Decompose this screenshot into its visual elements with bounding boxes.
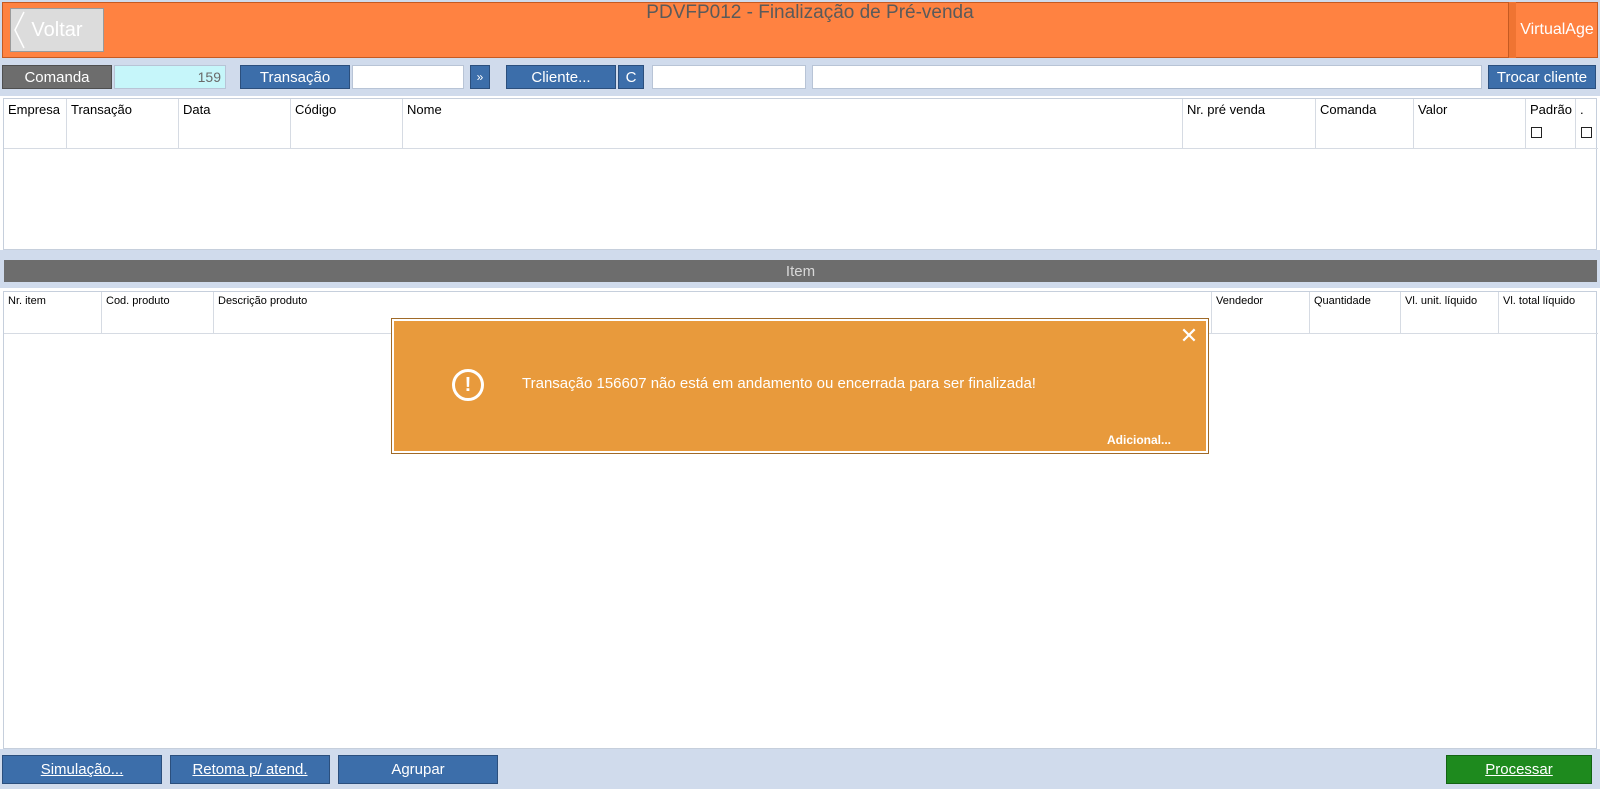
cliente-name-input[interactable] — [812, 65, 1482, 89]
col-codigo[interactable]: Código — [291, 99, 403, 149]
processar-button[interactable]: Processar — [1446, 755, 1592, 784]
retoma-label: Retoma p/ atend. — [192, 761, 308, 778]
close-icon[interactable]: ✕ — [1178, 325, 1200, 347]
exclamation-circle-icon: ! — [452, 369, 484, 401]
agrupar-label: Agrupar — [391, 761, 445, 778]
col-data[interactable]: Data — [179, 99, 291, 149]
col-comanda[interactable]: Comanda — [1316, 99, 1414, 149]
brand-separator — [1508, 2, 1516, 58]
col-nr-pre-venda[interactable]: Nr. pré venda — [1183, 99, 1316, 149]
col-valor[interactable]: Valor — [1414, 99, 1526, 149]
brand-label: VirtualAge — [1520, 21, 1594, 38]
col-select-label: . — [1580, 102, 1584, 117]
col-transacao[interactable]: Transação — [67, 99, 179, 149]
trocar-cliente-button[interactable]: Trocar cliente — [1488, 65, 1596, 89]
col-select[interactable]: . — [1576, 99, 1598, 149]
retoma-atendimento-button[interactable]: Retoma p/ atend. — [170, 755, 330, 784]
simulacao-label: Simulação... — [40, 761, 124, 778]
comanda-button[interactable]: Comanda — [2, 65, 112, 89]
padrao-checkbox[interactable] — [1531, 127, 1542, 138]
cliente-code-input[interactable] — [652, 65, 806, 89]
comanda-input[interactable]: 159 — [114, 65, 226, 89]
col-vl-unit-liquido[interactable]: Vl. unit. líquido — [1401, 292, 1499, 334]
select-all-checkbox[interactable] — [1581, 127, 1592, 138]
col-quantidade[interactable]: Quantidade — [1310, 292, 1401, 334]
transacao-search-button[interactable]: » — [470, 65, 490, 89]
transacao-button[interactable]: Transação — [240, 65, 350, 89]
col-nr-item[interactable]: Nr. item — [4, 292, 102, 334]
cliente-clear-button[interactable]: C — [618, 65, 644, 89]
cliente-button[interactable]: Cliente... — [506, 65, 616, 89]
item-section-title: Item — [4, 260, 1597, 282]
simulacao-button[interactable]: Simulação... — [2, 755, 162, 784]
col-empresa[interactable]: Empresa — [4, 99, 67, 149]
col-padrao[interactable]: Padrão — [1526, 99, 1576, 149]
processar-label: Processar — [1485, 761, 1553, 778]
col-vendedor[interactable]: Vendedor — [1212, 292, 1310, 334]
agrupar-button[interactable]: Agrupar — [338, 755, 498, 784]
dialog-additional-link[interactable]: Adicional... — [1107, 433, 1171, 447]
dialog-message: Transação 156607 não está em andamento o… — [522, 375, 1036, 392]
col-cod-produto[interactable]: Cod. produto — [102, 292, 214, 334]
col-vl-total-liquido[interactable]: Vl. total líquido — [1499, 292, 1598, 334]
col-nome[interactable]: Nome — [403, 99, 1183, 149]
col-padrao-label: Padrão — [1530, 102, 1572, 117]
pre-venda-grid[interactable]: Empresa Transação Data Código Nome Nr. p… — [3, 98, 1598, 250]
error-dialog: ✕ ! Transação 156607 não está em andamen… — [391, 318, 1209, 454]
transacao-input[interactable] — [352, 65, 464, 89]
page-title: PDVFP012 - Finalização de Pré-venda — [646, 2, 974, 23]
